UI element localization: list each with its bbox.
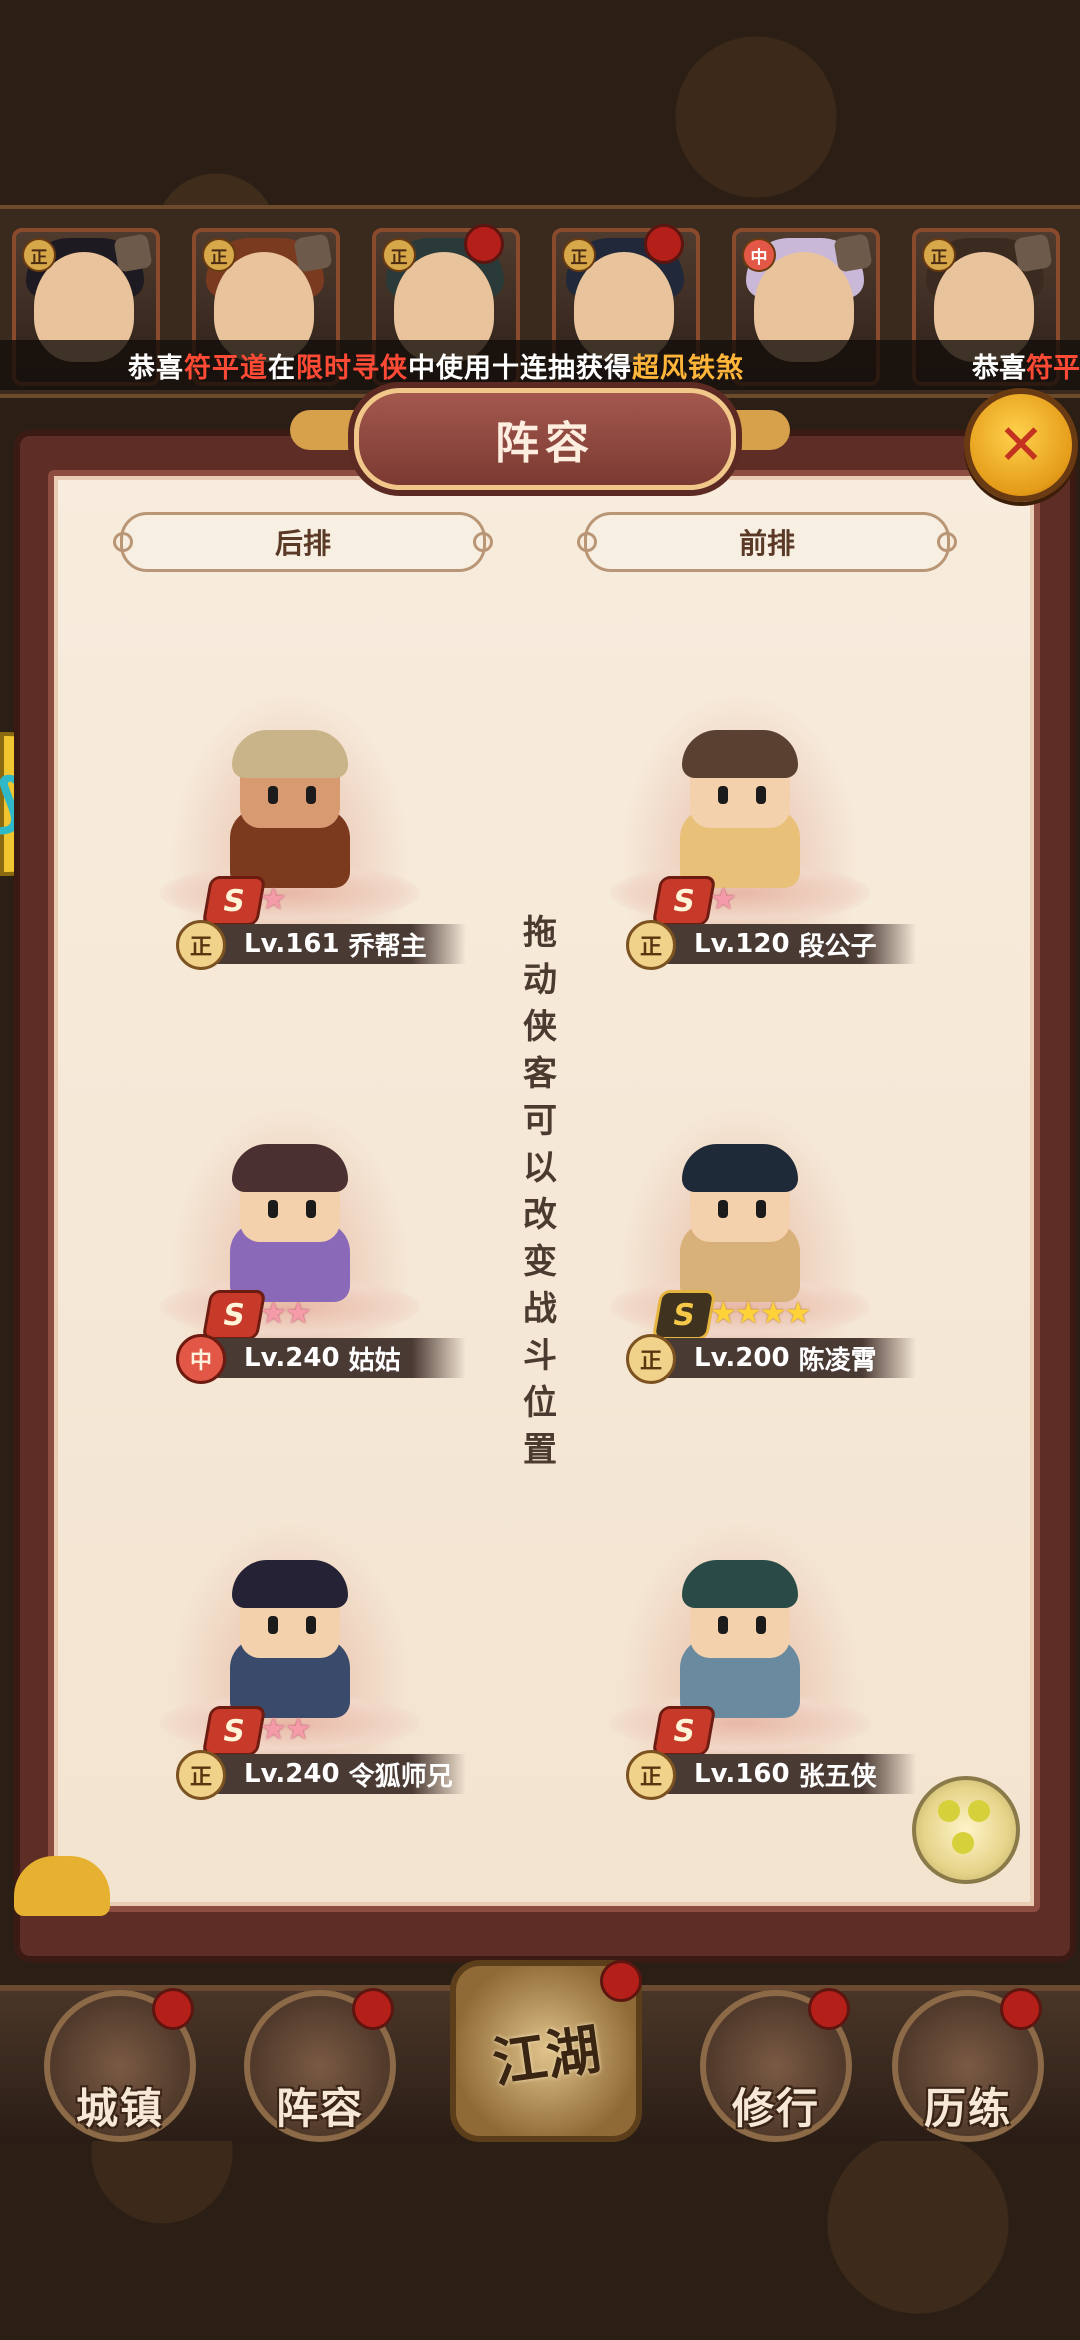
hero-figure xyxy=(660,1122,820,1312)
hero-slot-5[interactable]: S ★★ Lv.240 令狐师兄 正 xyxy=(140,1498,466,1800)
hero-hair xyxy=(232,1560,348,1608)
hero-eye xyxy=(756,1616,766,1634)
hero-eye xyxy=(306,1616,316,1634)
gold-ingot-icon xyxy=(14,1856,110,1916)
faction-badge: 正 xyxy=(626,1334,676,1384)
faction-badge: 正 xyxy=(22,238,56,272)
hero-headwrap xyxy=(232,730,348,778)
hero-eye xyxy=(718,1200,728,1218)
hero-nameplate: Lv.240 令狐师兄 xyxy=(196,1754,466,1794)
faction-badge: 中 xyxy=(742,238,776,272)
notification-dot xyxy=(1000,1988,1042,2030)
hero-eye xyxy=(306,1200,316,1218)
notification-dot xyxy=(464,224,504,264)
back-row-header: 后排 xyxy=(113,512,493,572)
nav-lineup-button[interactable]: 阵容 xyxy=(244,1988,396,2142)
star-rating: ★ xyxy=(710,882,737,917)
hero-figure xyxy=(210,1538,370,1728)
faction-badge: 正 xyxy=(562,238,596,272)
hero-nameplate: Lv.120 段公子 xyxy=(646,924,916,964)
rank-icon xyxy=(293,233,333,273)
panel-title: 阵容 xyxy=(354,388,736,490)
notification-dot xyxy=(352,1988,394,2030)
hero-nameplate: Lv.160 张五侠 xyxy=(646,1754,916,1794)
hero-eye xyxy=(268,1200,278,1218)
announcement-text: 恭喜符平道在限时寻侠中使用十连抽获得超风铁煞 xyxy=(128,352,744,384)
nav-practice-button[interactable]: 修行 xyxy=(700,1988,852,2142)
hero-slot-6[interactable]: S Lv.160 张五侠 正 xyxy=(590,1498,916,1800)
rank-s-icon: S xyxy=(651,1290,717,1340)
front-row-header: 前排 xyxy=(577,512,957,572)
hero-eye xyxy=(718,786,728,804)
rank-icon xyxy=(113,233,153,273)
rank-s-icon: S xyxy=(201,876,267,926)
faction-badge: 中 xyxy=(176,1334,226,1384)
notification-dot xyxy=(644,224,684,264)
hero-eye xyxy=(306,786,316,804)
drag-hint: 拖动侠客可以改变战斗位置 xyxy=(523,913,557,1470)
hero-nameplate: Lv.200 陈凌霄 xyxy=(646,1338,916,1378)
nav-label: 城镇 xyxy=(75,2084,164,2133)
hero-slot-4[interactable]: S ★★★★ Lv.200 陈凌霄 正 xyxy=(590,1082,916,1384)
rank-s-icon: S xyxy=(201,1290,267,1340)
chat-icon xyxy=(952,1832,974,1854)
chat-icon xyxy=(968,1800,990,1822)
hero-figure xyxy=(660,1538,820,1728)
announcement-marquee: 恭喜符平道在限时寻侠中使用十连抽获得超风铁煞 恭喜符平 xyxy=(0,340,1080,390)
chat-icon xyxy=(938,1800,960,1822)
hero-hair xyxy=(682,1560,798,1608)
hero-hair xyxy=(682,730,798,778)
notification-dot xyxy=(600,1960,642,2002)
star-rating: ★★ xyxy=(260,1296,312,1331)
notification-dot xyxy=(808,1988,850,2030)
hero-nameplate: Lv.161 乔帮主 xyxy=(196,924,466,964)
hero-figure xyxy=(660,708,820,898)
rank-icon xyxy=(1013,233,1053,273)
faction-badge: 正 xyxy=(382,238,416,272)
faction-badge: 正 xyxy=(626,920,676,970)
nav-label: 江湖 xyxy=(488,2017,605,2095)
hero-eye xyxy=(756,1200,766,1218)
hero-figure xyxy=(210,1122,370,1312)
nav-trial-button[interactable]: 历练 xyxy=(892,1988,1044,2142)
faction-badge: 正 xyxy=(176,1750,226,1800)
close-icon: ✕ xyxy=(997,412,1045,478)
notification-dot xyxy=(152,1988,194,2030)
hero-eye xyxy=(718,1616,728,1634)
nav-town-button[interactable]: 城镇 xyxy=(44,1988,196,2142)
hero-eye xyxy=(756,786,766,804)
announcement-text-repeat: 恭喜符平 xyxy=(972,352,1080,384)
faction-badge: 正 xyxy=(176,920,226,970)
faction-badge: 正 xyxy=(202,238,236,272)
rank-icon xyxy=(833,233,873,273)
hero-slot-3[interactable]: S ★★ Lv.240 姑姑 中 xyxy=(140,1082,466,1384)
faction-badge: 正 xyxy=(626,1750,676,1800)
chat-button[interactable] xyxy=(912,1776,1020,1884)
nav-label: 阵容 xyxy=(275,2084,364,2133)
hero-eye xyxy=(268,1616,278,1634)
faction-badge: 正 xyxy=(922,238,956,272)
close-button[interactable]: ✕ xyxy=(964,388,1078,502)
star-rating: ★★★★ xyxy=(710,1296,812,1331)
star-rating: ★ xyxy=(260,882,287,917)
nav-label: 修行 xyxy=(731,2084,820,2133)
rank-s-icon: S xyxy=(651,876,717,926)
nav-label: 历练 xyxy=(923,2084,1012,2133)
hero-hair xyxy=(682,1144,798,1192)
hero-slot-1[interactable]: S ★ Lv.161 乔帮主 正 xyxy=(140,668,466,970)
hero-figure xyxy=(210,708,370,898)
hero-slot-2[interactable]: S ★ Lv.120 段公子 正 xyxy=(590,668,916,970)
star-rating: ★★ xyxy=(260,1712,312,1747)
hero-hair xyxy=(232,1144,348,1192)
nav-jianghu-button[interactable]: 江湖 xyxy=(450,1960,642,2142)
hero-nameplate: Lv.240 姑姑 xyxy=(196,1338,466,1378)
rank-s-icon: S xyxy=(651,1706,717,1756)
rank-s-icon: S xyxy=(201,1706,267,1756)
hero-eye xyxy=(268,786,278,804)
